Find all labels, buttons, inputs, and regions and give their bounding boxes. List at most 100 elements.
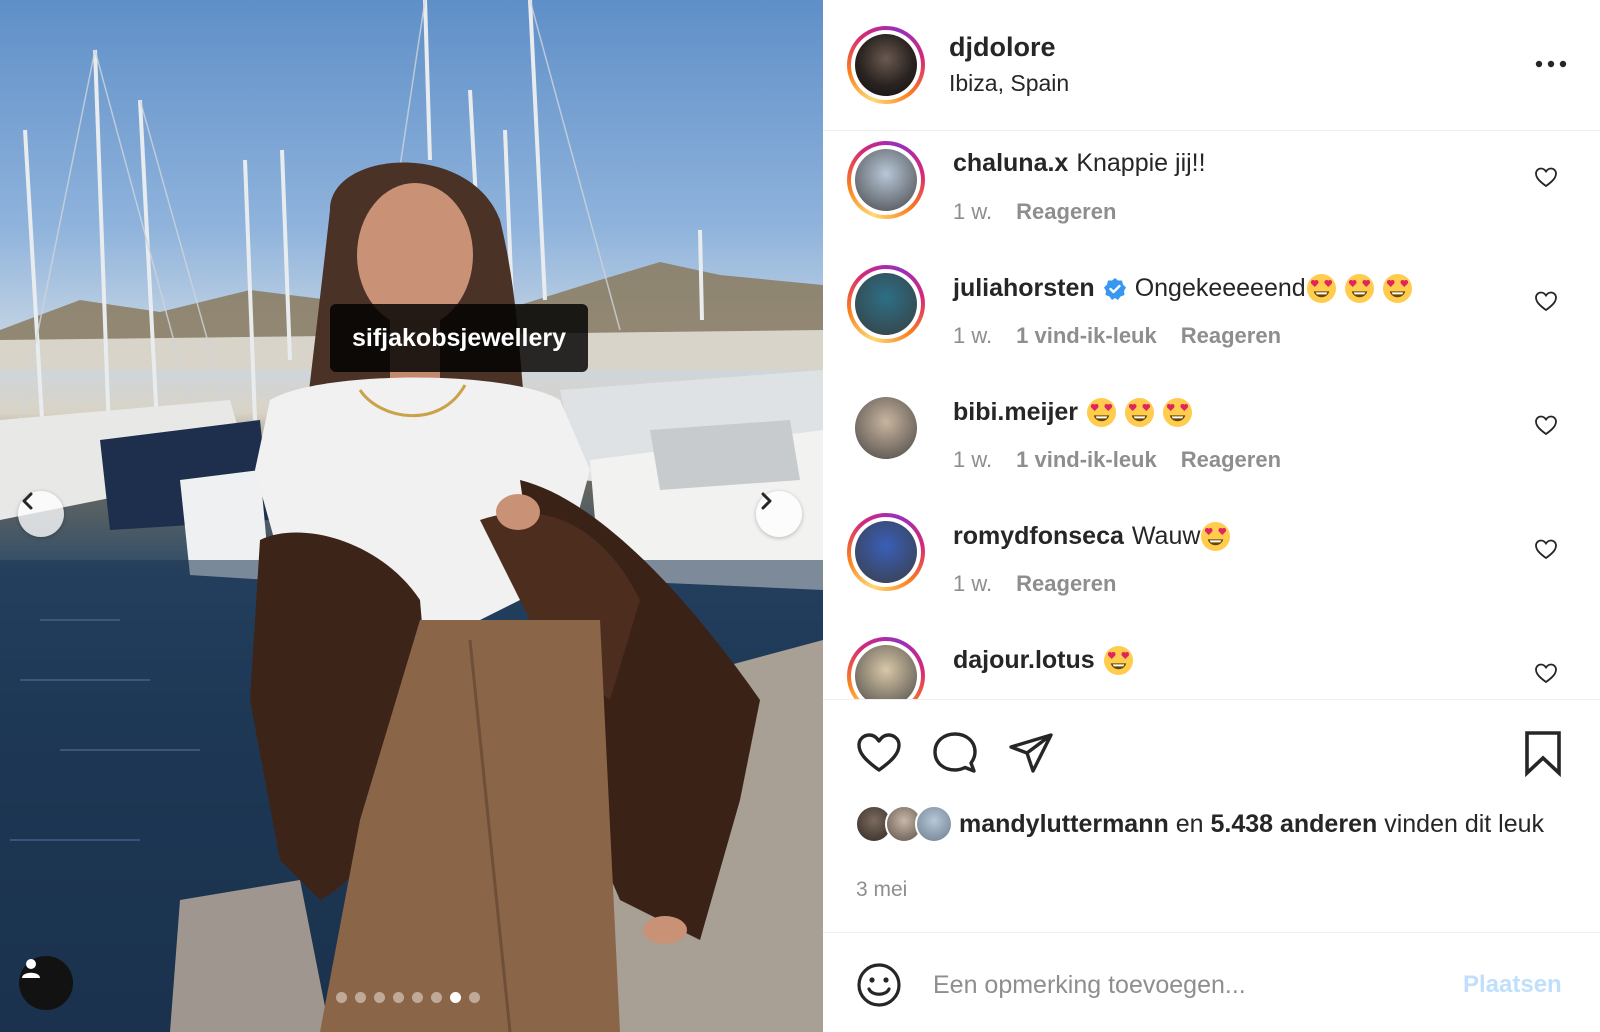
author-username[interactable]: djdolore — [949, 32, 1056, 63]
reply-button[interactable]: Reageren — [1181, 323, 1281, 349]
comment-meta: 1 w. 1 vind-ik-leuk Reageren — [953, 447, 1281, 473]
comment-text-line: bibi.meijer — [953, 397, 1200, 428]
reply-button[interactable]: Reageren — [1181, 447, 1281, 473]
comment-text-line: dajour.lotus — [953, 645, 1141, 676]
comment-input[interactable] — [933, 963, 1433, 1007]
post-comment-button[interactable]: Plaatsen — [1463, 971, 1562, 999]
carousel-dot — [469, 992, 480, 1003]
comment-like-button[interactable] — [1534, 413, 1558, 437]
liker-username[interactable]: mandyluttermann — [959, 810, 1169, 838]
commenter-avatar[interactable] — [855, 397, 917, 459]
likes-count-link[interactable]: 5.438 anderen — [1210, 810, 1377, 838]
commenter-avatar[interactable] — [847, 637, 925, 699]
reply-button[interactable]: Reageren — [1016, 571, 1116, 597]
verified-badge-icon — [1103, 277, 1126, 300]
comment-meta: 1 w. Reageren — [953, 571, 1116, 597]
likes-suffix: vinden dit leuk — [1384, 810, 1545, 838]
commenter-avatar[interactable] — [847, 265, 925, 343]
tagged-users-button[interactable] — [19, 956, 73, 1010]
heart-eyes-emoji — [1125, 397, 1155, 428]
chevron-right-icon — [761, 492, 772, 510]
comment-like-button[interactable] — [1534, 165, 1558, 189]
author-avatar[interactable] — [847, 26, 925, 104]
comment-text — [1086, 397, 1200, 428]
photo-scene — [0, 0, 823, 1032]
heart-icon — [1535, 167, 1557, 188]
user-icon — [22, 959, 40, 978]
post-header: djdolore Ibiza, Spain — [823, 0, 1600, 131]
commenter-username[interactable]: juliahorsten — [953, 274, 1095, 303]
heart-icon — [857, 733, 901, 772]
carousel-prev-button[interactable] — [18, 491, 64, 537]
comment-item: dajour.lotus — [823, 627, 1600, 699]
post-date[interactable]: 3 mei — [856, 878, 907, 902]
heart-icon — [1535, 291, 1557, 312]
heart-eyes-emoji — [1103, 645, 1133, 676]
comments-list[interactable]: chaluna.x Knappie jij!! 1 w. Reageren juliah… — [823, 131, 1600, 699]
reply-button[interactable]: Reageren — [1016, 199, 1116, 225]
actions-divider — [823, 699, 1600, 700]
carousel-dot — [336, 992, 347, 1003]
comment-icon — [933, 732, 977, 773]
comment-text-line: romydfonseca Wauw — [953, 521, 1238, 552]
comment-text: Ongekeeeeend — [1135, 273, 1420, 304]
comment-composer: Plaatsen — [823, 932, 1600, 1032]
comment-text-line: juliahorsten Ongekeeeeend — [953, 273, 1420, 304]
carousel-dot — [450, 992, 461, 1003]
comment-text: Wauw — [1132, 521, 1239, 552]
comment-time[interactable]: 1 w. — [953, 199, 992, 225]
comment-meta: 1 w. Reageren — [953, 199, 1116, 225]
comment-item: romydfonseca Wauw 1 w. Reageren — [823, 503, 1600, 629]
carousel-next-button[interactable] — [756, 491, 802, 537]
comment-like-button[interactable] — [1534, 537, 1558, 561]
more-icon — [1535, 60, 1567, 68]
comment-like-count[interactable]: 1 vind-ik-leuk — [1016, 447, 1157, 473]
comment-meta: 1 w. 1 vind-ik-leuk Reageren — [953, 323, 1281, 349]
post-location[interactable]: Ibiza, Spain — [949, 70, 1069, 97]
post-sidebar: djdolore Ibiza, Spain chaluna.x Knappie j… — [823, 0, 1600, 1032]
comment-item: chaluna.x Knappie jij!! 1 w. Reageren — [823, 131, 1600, 257]
like-button[interactable] — [855, 729, 903, 777]
carousel-dot — [431, 992, 442, 1003]
heart-eyes-emoji — [1306, 273, 1336, 304]
emoji-picker-button[interactable] — [855, 961, 903, 1009]
comment-time[interactable]: 1 w. — [953, 571, 992, 597]
carousel-dot — [374, 992, 385, 1003]
heart-eyes-emoji — [1087, 397, 1117, 428]
comment-like-button[interactable] — [1534, 661, 1558, 685]
likes-conjunction: en — [1175, 810, 1204, 838]
carousel-dot — [355, 992, 366, 1003]
heart-icon — [1535, 415, 1557, 436]
comment-item: bibi.meijer 1 w. 1 vind-ik-leuk Reageren — [823, 379, 1600, 505]
share-icon — [1009, 733, 1053, 773]
heart-icon — [1535, 539, 1557, 560]
likes-text: mandyluttermann en 5.438 anderen vinden … — [959, 807, 1569, 841]
comment-like-button[interactable] — [1534, 289, 1558, 313]
heart-icon — [1535, 663, 1557, 684]
comment-item: juliahorsten Ongekeeeeend 1 w. 1 vind-ik-le… — [823, 255, 1600, 381]
comment-time[interactable]: 1 w. — [953, 323, 992, 349]
comment-text — [1103, 645, 1141, 676]
commenter-username[interactable]: romydfonseca — [953, 522, 1124, 551]
commenter-username[interactable]: dajour.lotus — [953, 646, 1095, 675]
comment-text: Knappie jij!! — [1076, 149, 1206, 177]
product-tag-label[interactable]: sifjakobsjewellery — [330, 304, 589, 372]
commenter-username[interactable]: chaluna.x — [953, 149, 1068, 178]
save-button[interactable] — [1519, 729, 1567, 778]
comment-like-count[interactable]: 1 vind-ik-leuk — [1016, 323, 1157, 349]
heart-eyes-emoji — [1163, 397, 1193, 428]
heart-eyes-emoji — [1201, 521, 1231, 552]
comment-button[interactable] — [931, 729, 979, 777]
commenter-username[interactable]: bibi.meijer — [953, 398, 1078, 427]
commenter-avatar[interactable] — [847, 513, 925, 591]
more-options-button[interactable] — [1531, 52, 1571, 76]
post-photo[interactable]: sifjakobsjewellery — [0, 0, 823, 1032]
comment-time[interactable]: 1 w. — [953, 447, 992, 473]
liker-avatars[interactable] — [855, 805, 955, 843]
emoji-icon — [857, 963, 901, 1007]
heart-eyes-emoji — [1382, 273, 1412, 304]
carousel-indicator — [336, 992, 480, 1003]
share-button[interactable] — [1007, 729, 1055, 777]
carousel-dot — [412, 992, 423, 1003]
commenter-avatar[interactable] — [847, 141, 925, 219]
